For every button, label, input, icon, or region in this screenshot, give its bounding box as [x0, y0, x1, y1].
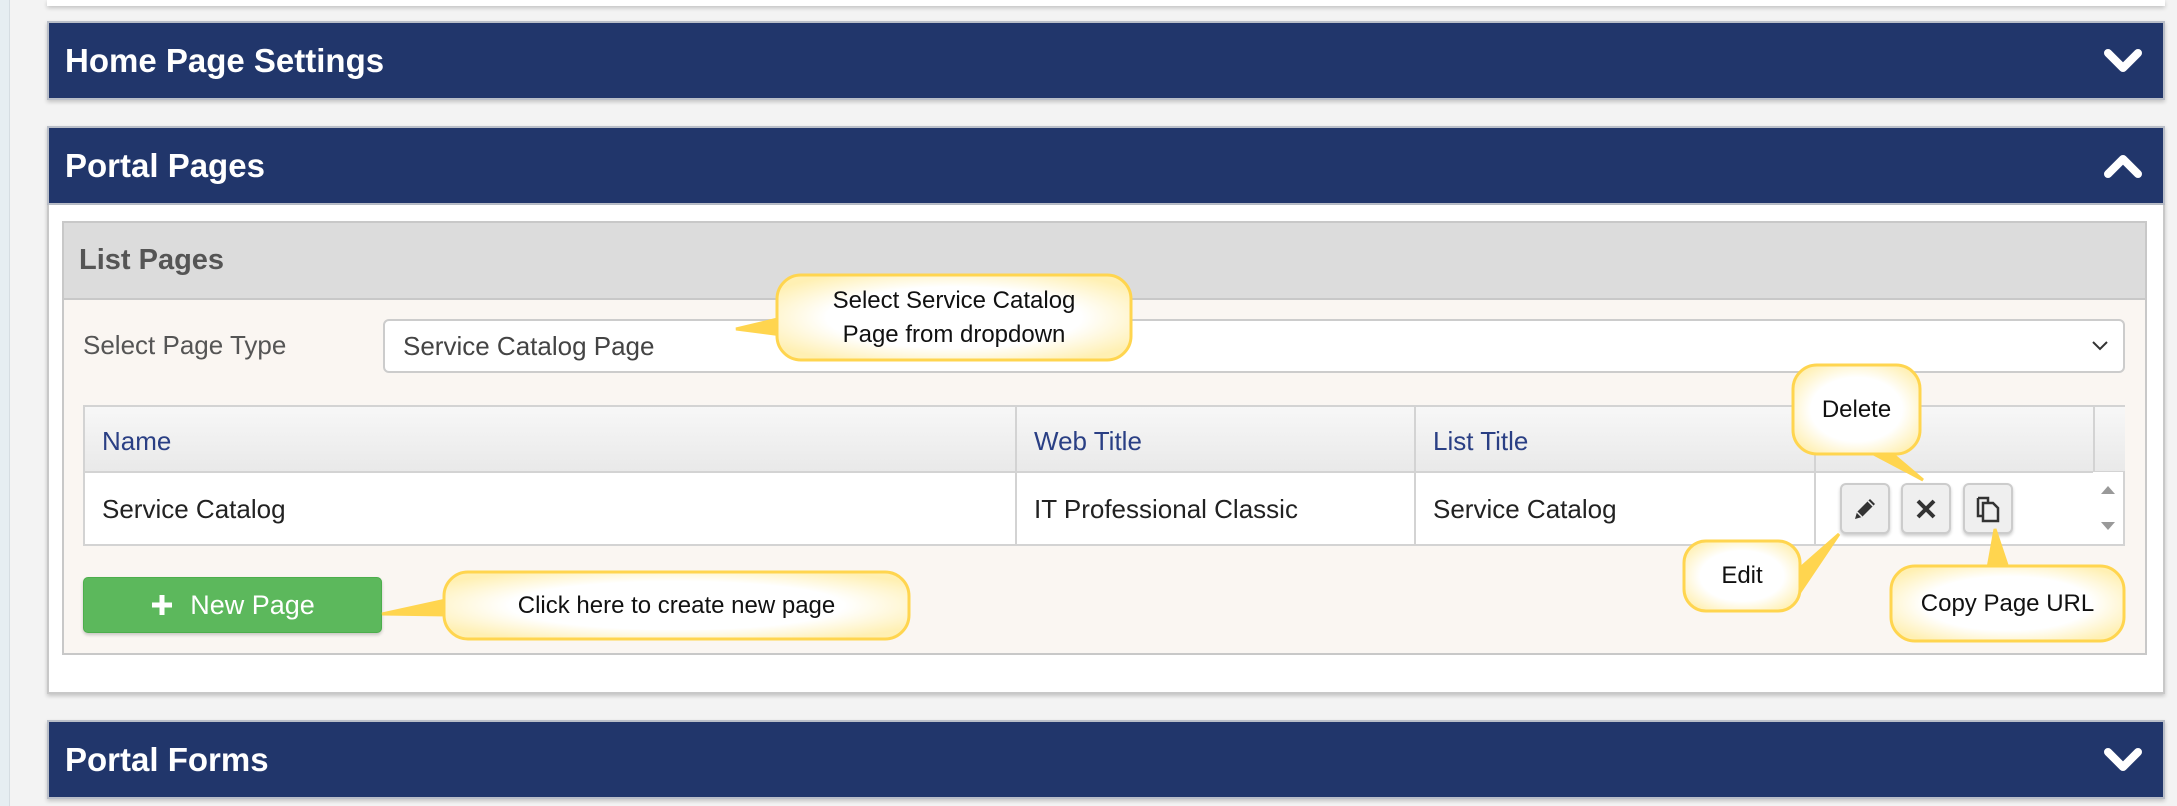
select-callout: Select Service Catalog Page from dropdow… — [777, 275, 1131, 360]
callout-text: Select Service Catalog — [832, 286, 1076, 314]
edit-callout: Edit — [1721, 562, 1763, 590]
new-page-callout: Click here to create new page — [517, 591, 836, 619]
callout-text: Page from dropdown — [842, 320, 1066, 348]
copy-url-callout: Copy Page URL — [1920, 589, 2095, 617]
delete-callout: Delete — [1821, 395, 1892, 423]
